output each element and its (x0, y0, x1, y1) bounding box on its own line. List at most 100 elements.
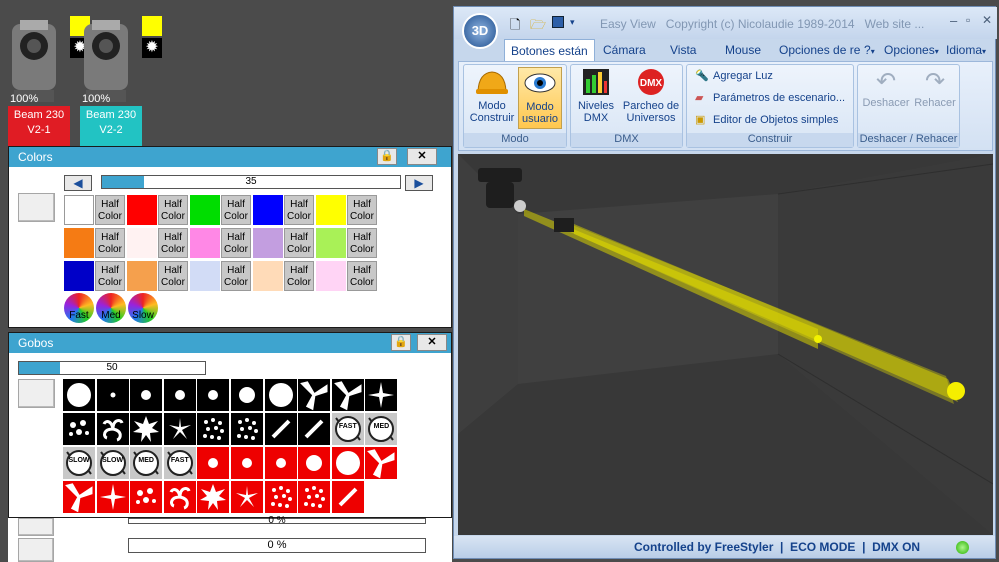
color-swatch[interactable] (190, 261, 220, 291)
modo-usuario-button[interactable]: Modo usuario (518, 67, 562, 129)
half-color-button[interactable]: Half Color (284, 195, 314, 225)
color-swatch[interactable] (64, 228, 94, 258)
close-icon[interactable]: ✕ (417, 334, 447, 351)
gobo-starburst-button[interactable] (231, 481, 263, 513)
color-swatch[interactable] (64, 261, 94, 291)
half-color-button[interactable]: Half Color (158, 228, 188, 258)
lock-icon[interactable]: 🔒 (391, 334, 411, 351)
tab-idioma[interactable]: Idioma▾ (940, 39, 992, 61)
lock-icon[interactable]: 🔒 (377, 148, 397, 165)
gobo-big-button[interactable] (331, 447, 364, 479)
gobo-reset-button[interactable] (18, 379, 55, 408)
rehacer-button[interactable]: ↷ Rehacer (912, 67, 958, 129)
color-speed-fast-button[interactable]: Fast (64, 293, 94, 323)
gobo-swirl-button[interactable] (96, 413, 129, 445)
color-swatch[interactable] (127, 195, 157, 225)
color-swatch[interactable] (127, 228, 157, 258)
fixture-v2-2[interactable]: ✹ 100% Beam 230 V2-2 (80, 10, 162, 150)
gobo-line-button[interactable] (298, 413, 331, 445)
gobo-line-button[interactable] (331, 481, 364, 513)
new-file-icon[interactable]: 🗋 (510, 16, 520, 38)
gobo-small-button[interactable] (197, 447, 230, 479)
niveles-dmx-button[interactable]: Niveles DMX (573, 67, 619, 129)
color-speed-med-button[interactable]: Med (96, 293, 126, 323)
app-3d-button[interactable]: 3D (462, 13, 498, 49)
gobo-speed-med-button[interactable]: MED (365, 413, 398, 445)
color-swatch[interactable] (316, 261, 346, 291)
gobo-small-button[interactable] (264, 447, 297, 479)
tab-vista[interactable]: Vista (664, 39, 702, 61)
qa-dropdown-icon[interactable]: ▾ (570, 17, 575, 28)
half-color-button[interactable]: Half Color (347, 195, 377, 225)
gobo-small-button[interactable] (197, 379, 230, 411)
next-arrow-button[interactable]: ▶ (405, 175, 433, 191)
half-color-button[interactable]: Half Color (221, 228, 251, 258)
gobo-triblade-button[interactable] (365, 447, 398, 479)
maximize-icon[interactable]: ▫ (966, 13, 970, 27)
color-speed-slow-button[interactable]: Slow (128, 293, 158, 323)
gobo-small-button[interactable] (163, 379, 196, 411)
lower-button[interactable] (18, 538, 54, 562)
deshacer-button[interactable]: ↶ Deshacer (860, 67, 912, 129)
agregar-luz-button[interactable]: 🔦 Agregar Luz (693, 67, 773, 85)
close-icon[interactable]: ✕ (407, 148, 437, 165)
gobo-triblade-button[interactable] (63, 481, 95, 513)
prev-arrow-button[interactable]: ◀ (64, 175, 92, 191)
lower-slider[interactable]: 0 % (128, 538, 426, 553)
modo-construir-button[interactable]: Modo Construir (468, 67, 516, 129)
half-color-button[interactable]: Half Color (158, 261, 188, 291)
gobo-big-button[interactable] (264, 379, 297, 411)
close-window-icon[interactable]: ✕ (982, 13, 992, 27)
half-color-button[interactable]: Half Color (221, 261, 251, 291)
color-swatch[interactable] (253, 261, 283, 291)
gobo-star-button[interactable] (365, 379, 398, 411)
gobo-line-button[interactable] (264, 413, 297, 445)
editor-objetos-button[interactable]: ▣ Editor de Objetos simples (693, 111, 838, 129)
half-color-button[interactable]: Half Color (95, 228, 125, 258)
gobo-speed-slow-button[interactable]: SLOW (96, 447, 129, 479)
half-color-button[interactable]: Half Color (347, 261, 377, 291)
color-reset-button[interactable] (18, 193, 55, 222)
gobo-small-button[interactable] (130, 379, 163, 411)
color-swatch[interactable] (253, 228, 283, 258)
gobo-speed-med-button[interactable]: MED (130, 447, 163, 479)
parcheo-universos-button[interactable]: DMX Parcheo de Universos (621, 67, 681, 129)
gobo-speed-fast-button[interactable]: FAST (163, 447, 196, 479)
gobo-starburst-button[interactable] (163, 413, 196, 445)
gobo-med-button[interactable] (231, 379, 263, 411)
color-swatch[interactable] (253, 195, 283, 225)
color-swatch[interactable] (190, 195, 220, 225)
tab-opciones[interactable]: Opciones▾ (878, 39, 945, 61)
save-icon[interactable] (552, 16, 564, 28)
gobo-star-button[interactable] (96, 481, 129, 513)
half-color-button[interactable]: Half Color (95, 195, 125, 225)
gobo-slider[interactable]: 50 (18, 361, 206, 375)
fixture-v2-1[interactable]: ✹ 100% Beam 230 V2-1 (8, 10, 90, 150)
color-swatch[interactable] (190, 228, 220, 258)
half-color-button[interactable]: Half Color (284, 261, 314, 291)
half-color-button[interactable]: Half Color (158, 195, 188, 225)
gobo-swirl-button[interactable] (163, 481, 196, 513)
tab-camara[interactable]: Cámara (597, 39, 652, 61)
half-color-button[interactable]: Half Color (221, 195, 251, 225)
gobo-triblade-button[interactable] (331, 379, 364, 411)
gobo-dots-button[interactable] (264, 481, 297, 513)
tab-opciones-re[interactable]: Opciones de re (773, 39, 866, 61)
color-slider[interactable]: 35 (101, 175, 401, 189)
half-color-button[interactable]: Half Color (347, 228, 377, 258)
parametros-escenario-button[interactable]: ▰ Parámetros de escenario... (693, 89, 845, 107)
color-swatch[interactable] (316, 195, 346, 225)
half-color-button[interactable]: Half Color (95, 261, 125, 291)
gobo-burst-button[interactable] (197, 481, 230, 513)
gobo-cluster-button[interactable] (63, 413, 95, 445)
minimize-icon[interactable]: – (950, 13, 957, 28)
gobo-dots-button[interactable] (298, 481, 331, 513)
lower-button[interactable] (18, 518, 54, 536)
gobo-small-button[interactable] (231, 447, 263, 479)
lower-slider[interactable]: 0 % (128, 516, 426, 526)
tab-mouse[interactable]: Mouse (719, 39, 767, 61)
tab-botones[interactable]: Botones están (504, 39, 595, 61)
color-swatch[interactable] (127, 261, 157, 291)
gobo-speed-slow-button[interactable]: SLOW (63, 447, 95, 479)
gobo-dot-button[interactable] (96, 379, 129, 411)
